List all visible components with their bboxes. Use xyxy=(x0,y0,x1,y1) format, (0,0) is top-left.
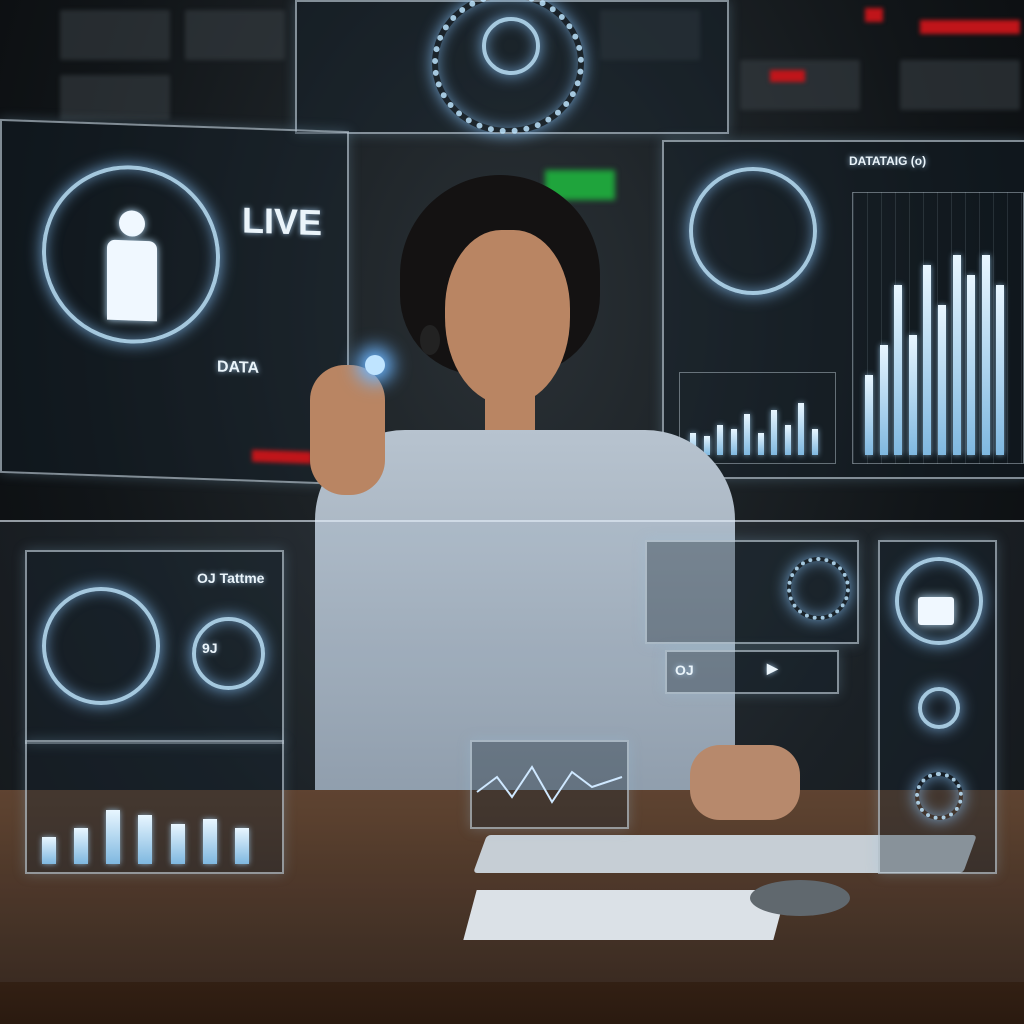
headset-icon xyxy=(420,325,440,355)
chart-bar xyxy=(879,345,888,455)
chart-bar xyxy=(938,305,946,455)
bar-panel xyxy=(25,740,284,874)
alert-bar xyxy=(252,449,312,464)
chart-bar xyxy=(744,413,750,455)
raised-hand xyxy=(310,365,385,495)
chart-bar xyxy=(717,425,723,455)
chart-bar xyxy=(952,255,961,455)
face xyxy=(445,230,570,405)
person-icon xyxy=(107,210,157,332)
header-label: DATATAIG (o) xyxy=(849,154,927,168)
chart-bar xyxy=(234,828,249,864)
globe-icon xyxy=(915,772,963,820)
chart-bar xyxy=(967,275,976,455)
glow-point xyxy=(365,355,385,375)
chart-bar xyxy=(757,432,764,455)
background-screen xyxy=(900,60,1020,110)
alert-light xyxy=(865,8,883,22)
chart-bar xyxy=(730,428,737,455)
chart-bar xyxy=(908,335,917,455)
chart-bar xyxy=(784,425,791,455)
chart-bar xyxy=(865,375,873,455)
chart-bar xyxy=(771,410,777,455)
chart-bar xyxy=(170,823,185,864)
ring-icon xyxy=(482,17,540,75)
playback-label: OJ xyxy=(675,662,694,678)
globe-icon xyxy=(787,557,850,620)
dial-panel: 9J OJ Tattme xyxy=(25,550,284,744)
target-icon xyxy=(918,687,960,729)
waveform-panel xyxy=(470,740,629,829)
chart-bar xyxy=(74,828,89,864)
chart-bar xyxy=(798,402,804,455)
chart-bar xyxy=(202,819,217,864)
chart-bar xyxy=(106,810,121,864)
chart-bar xyxy=(42,837,56,864)
play-icon[interactable]: ▶ xyxy=(767,660,778,677)
bar-chart xyxy=(852,192,1024,464)
alert-light xyxy=(920,20,1020,34)
chart-bar xyxy=(894,285,903,455)
ring-icon xyxy=(689,167,817,295)
background-screen xyxy=(185,10,285,60)
panel-label: OJ Tattme xyxy=(197,570,265,586)
background-screen xyxy=(60,75,170,120)
waveform-graph xyxy=(476,765,623,804)
data-label: DATA xyxy=(217,358,260,377)
analytics-panel: DATATAIG (o) xyxy=(662,140,1024,479)
chart-bar xyxy=(981,255,990,455)
background-screen xyxy=(740,60,860,110)
globe-panel xyxy=(295,0,729,134)
padlock-icon xyxy=(918,597,954,625)
chart-bar xyxy=(138,814,153,864)
dial-label: 9J xyxy=(202,640,218,656)
security-panel xyxy=(878,540,997,874)
playback-bar[interactable]: OJ ▶ xyxy=(665,650,839,694)
background-screen xyxy=(60,10,170,60)
live-label: LIVE xyxy=(242,199,323,244)
chart-bar xyxy=(996,285,1005,455)
chart-bar xyxy=(811,428,818,455)
dial-icon xyxy=(42,587,160,705)
live-panel: LIVE DATA xyxy=(0,118,349,486)
globe-control-panel xyxy=(645,540,859,644)
chart-bar xyxy=(923,265,932,455)
alert-light xyxy=(770,70,805,82)
